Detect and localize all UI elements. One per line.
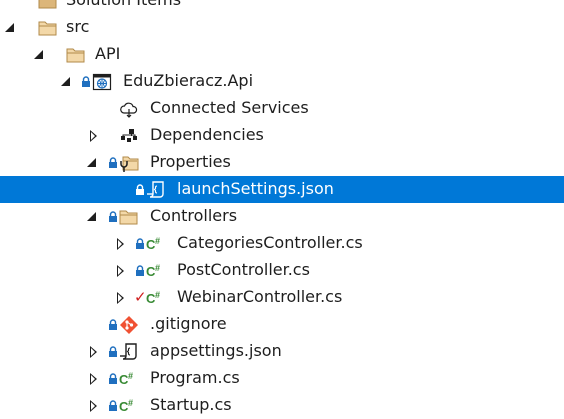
- tree-label: Connected Services: [150, 98, 309, 117]
- expander-open-icon[interactable]: [87, 212, 96, 221]
- tree-label: EduZbieracz.Api: [123, 71, 254, 90]
- svg-text:#: #: [155, 290, 160, 300]
- solution-explorer-tree: Solution Items src API EduZbieracz.Api C…: [0, 0, 564, 419]
- dependencies-icon: [119, 126, 139, 146]
- lock-icon: [108, 400, 118, 411]
- lock-icon: [108, 373, 118, 384]
- tree-label: Controllers: [150, 206, 238, 225]
- tree-label: Program.cs: [150, 368, 240, 387]
- properties-folder-icon: [119, 153, 139, 173]
- tree-row-program[interactable]: C # Program.cs: [0, 365, 564, 392]
- tree-row-src[interactable]: src: [0, 14, 564, 41]
- tree-row-post-controller[interactable]: C # PostController.cs: [0, 257, 564, 284]
- tree-label: src: [66, 17, 90, 36]
- lock-icon: [135, 265, 145, 276]
- svg-text:#: #: [155, 236, 160, 246]
- tree-row-gitignore[interactable]: .gitignore: [0, 311, 564, 338]
- tree-label: CategoriesController.cs: [177, 233, 363, 252]
- expander-closed-icon[interactable]: [90, 346, 97, 358]
- tree-label: launchSettings.json: [177, 179, 334, 198]
- tree-row-webinar-controller[interactable]: ✓ C # WebinarController.cs: [0, 284, 564, 311]
- tree-row-controllers[interactable]: Controllers: [0, 203, 564, 230]
- tree-row-launch-settings[interactable]: launchSettings.json: [0, 176, 564, 203]
- checked-out-icon: ✓: [134, 288, 147, 306]
- svg-text:#: #: [155, 263, 160, 273]
- tree-row-startup[interactable]: C # Startup.cs: [0, 392, 564, 419]
- tree-row-dependencies[interactable]: Dependencies: [0, 122, 564, 149]
- expander-open-icon[interactable]: [61, 77, 70, 86]
- tree-label: appsettings.json: [150, 341, 282, 360]
- folder-icon: [119, 207, 139, 227]
- tree-label: .gitignore: [150, 314, 227, 333]
- csharp-file-icon: C #: [119, 369, 139, 389]
- tree-row-properties[interactable]: Properties: [0, 149, 564, 176]
- csharp-file-icon: C #: [146, 261, 166, 281]
- tree-label: Properties: [150, 152, 231, 171]
- expander-open-icon[interactable]: [34, 50, 43, 59]
- web-project-icon: [92, 72, 112, 92]
- connected-services-icon: [119, 99, 139, 119]
- tree-label: WebinarController.cs: [177, 287, 343, 306]
- lock-icon: [135, 184, 145, 195]
- lock-icon: [108, 346, 118, 357]
- lock-icon: [81, 76, 91, 87]
- csharp-file-icon: C #: [146, 288, 166, 308]
- csharp-file-icon: C #: [146, 234, 166, 254]
- folder-icon: [38, 0, 58, 11]
- expander-open-icon[interactable]: [5, 23, 14, 32]
- tree-label: Startup.cs: [150, 395, 232, 414]
- tree-row-connected-services[interactable]: Connected Services: [0, 95, 564, 122]
- expander-closed-icon[interactable]: [117, 238, 124, 250]
- expander-closed-icon[interactable]: [117, 292, 124, 304]
- expander-closed-icon[interactable]: [90, 130, 97, 142]
- tree-row-categories-controller[interactable]: C # CategoriesController.cs: [0, 230, 564, 257]
- lock-icon: [108, 157, 118, 168]
- tree-label: Solution Items: [66, 0, 181, 10]
- folder-icon: [38, 18, 58, 38]
- csharp-file-icon: C #: [119, 396, 139, 416]
- tree-row-solution-items[interactable]: Solution Items: [0, 0, 564, 14]
- tree-row-appsettings[interactable]: appsettings.json: [0, 338, 564, 365]
- svg-text:#: #: [128, 371, 133, 381]
- expander-closed-icon[interactable]: [90, 373, 97, 385]
- expander-closed-icon[interactable]: [90, 400, 97, 412]
- expander-closed-icon[interactable]: [117, 265, 124, 277]
- tree-row-api[interactable]: API: [0, 41, 564, 68]
- lock-icon: [108, 319, 118, 330]
- tree-label: Dependencies: [150, 125, 264, 144]
- expander-open-icon[interactable]: [87, 158, 96, 167]
- json-file-icon: [119, 342, 139, 362]
- json-file-icon: [146, 180, 166, 200]
- svg-text:#: #: [128, 398, 133, 408]
- folder-icon: [66, 45, 86, 65]
- lock-icon: [135, 238, 145, 249]
- lock-icon: [108, 211, 118, 222]
- git-icon: [119, 315, 139, 335]
- tree-row-project[interactable]: EduZbieracz.Api: [0, 68, 564, 95]
- tree-label: PostController.cs: [177, 260, 310, 279]
- tree-label: API: [95, 44, 121, 63]
